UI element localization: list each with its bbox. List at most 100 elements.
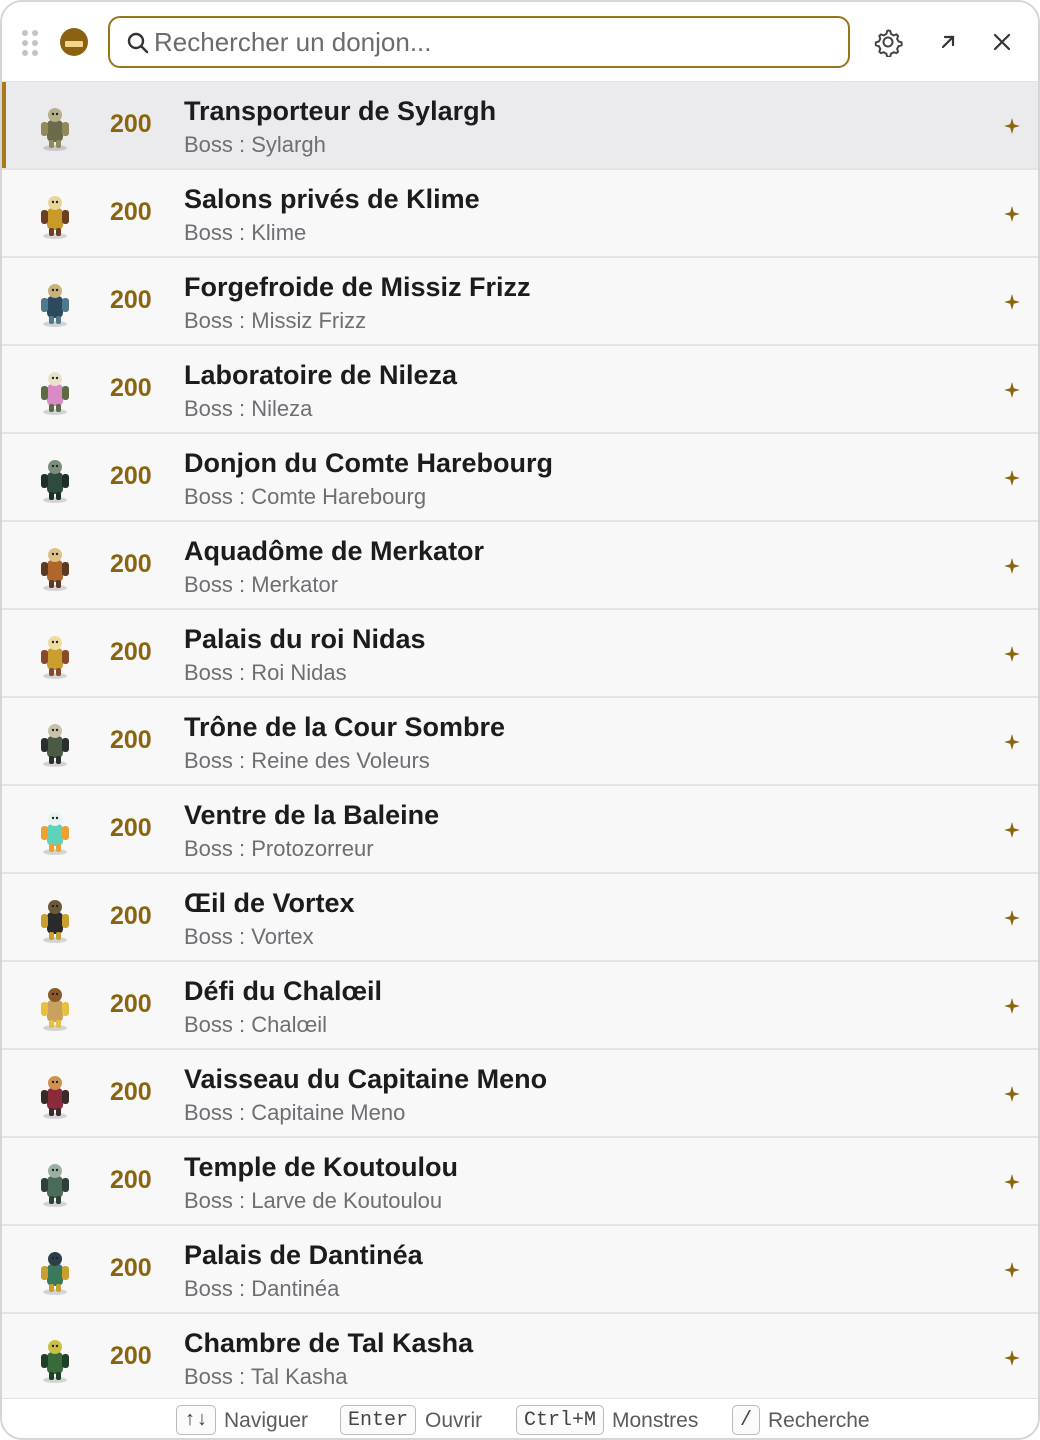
dungeon-name: Palais du roi Nidas <box>184 624 426 654</box>
dungeon-name: Forgefroide de Missiz Frizz <box>184 272 531 302</box>
dungeon-boss: Boss : Reine des Voleurs <box>184 748 430 773</box>
dungeon-boss: Boss : Tal Kasha <box>184 1364 348 1389</box>
dungeon-level: 200 <box>110 1166 152 1194</box>
shortcut-label-monsters: Monstres <box>612 1409 699 1432</box>
sparkle-icon[interactable] <box>1002 908 1022 928</box>
search-icon <box>127 32 149 54</box>
dungeon-row[interactable]: 200 Transporteur de Sylargh Boss : Sylargh <box>2 82 1038 170</box>
boss-portrait-icon <box>41 724 69 767</box>
boss-portrait-icon <box>41 460 69 503</box>
shortcut-key-navigate: ↑↓ <box>176 1405 216 1435</box>
sparkle-icon[interactable] <box>1002 204 1022 224</box>
search-box[interactable] <box>108 16 850 68</box>
boss-portrait-icon <box>41 988 69 1031</box>
dungeon-boss: Boss : Sylargh <box>184 132 326 157</box>
dungeon-name: Laboratoire de Nileza <box>184 360 458 390</box>
dungeon-row[interactable]: 200 Vaisseau du Capitaine Meno Boss : Capi… <box>2 1050 1038 1138</box>
dungeon-level: 200 <box>110 550 152 578</box>
boss-portrait-icon <box>41 108 69 151</box>
dungeon-level: 200 <box>110 1342 152 1370</box>
dungeon-row[interactable]: 200 Laboratoire de Nileza Boss : Nileza <box>2 346 1038 434</box>
dungeon-level: 200 <box>110 110 152 138</box>
dungeon-row[interactable]: 200 Donjon du Comte Harebourg Boss : Comte… <box>2 434 1038 522</box>
dungeon-level: 200 <box>110 990 152 1018</box>
dungeon-name: Aquadôme de Merkator <box>184 536 485 566</box>
sparkle-icon[interactable] <box>1002 380 1022 400</box>
dungeon-row[interactable]: 200 Œil de Vortex Boss : Vortex <box>2 874 1038 962</box>
search-input[interactable] <box>154 24 834 60</box>
boss-portrait-icon <box>41 196 69 239</box>
dungeon-name: Vaisseau du Capitaine Meno <box>184 1064 548 1094</box>
boss-portrait-icon <box>41 1076 69 1119</box>
dungeon-name: Trône de la Cour Sombre <box>184 712 506 742</box>
boss-portrait-icon <box>41 284 69 327</box>
dungeon-boss: Boss : Larve de Koutoulou <box>184 1188 443 1213</box>
dungeon-level: 200 <box>110 902 152 930</box>
dungeon-name: Œil de Vortex <box>184 888 355 918</box>
dungeon-row[interactable]: 200 Palais de Dantinéa Boss : Dantinéa <box>2 1226 1038 1314</box>
dungeon-boss: Boss : Comte Harebourg <box>184 484 427 509</box>
dungeon-name: Salons privés de Klime <box>184 184 480 214</box>
header-bar <box>2 2 1038 82</box>
dungeon-level: 200 <box>110 1254 152 1282</box>
dungeon-row[interactable]: 200 Ventre de la Baleine Boss : Protozorre… <box>2 786 1038 874</box>
dungeon-row[interactable]: 200 Temple de Koutoulou Boss : Larve de Ko… <box>2 1138 1038 1226</box>
boss-portrait-icon <box>41 1164 69 1207</box>
drag-handle-icon[interactable] <box>22 30 40 56</box>
sparkle-icon[interactable] <box>1002 732 1022 752</box>
shortcut-key-monsters: Ctrl+M <box>516 1405 604 1435</box>
dungeon-boss: Boss : Roi Nidas <box>184 660 347 685</box>
arrow-up-right-icon <box>941 35 955 49</box>
dungeon-boss: Boss : Capitaine Meno <box>184 1100 406 1125</box>
dungeon-boss: Boss : Klime <box>184 220 307 245</box>
sparkle-icon[interactable] <box>1002 556 1022 576</box>
dungeon-row[interactable]: 200 Trône de la Cour Sombre Boss : Reine d… <box>2 698 1038 786</box>
dungeon-boss: Boss : Missiz Frizz <box>184 308 367 333</box>
sparkle-icon[interactable] <box>1002 996 1022 1016</box>
dungeon-row[interactable]: 200 Défi du Chalœil Boss : Chalœil <box>2 962 1038 1050</box>
shortcut-key-search: / <box>732 1405 760 1435</box>
dungeon-level: 200 <box>110 726 152 754</box>
dungeon-level: 200 <box>110 814 152 842</box>
dungeon-row[interactable]: 200 Salons privés de Klime Boss : Klime <box>2 170 1038 258</box>
dungeon-level: 200 <box>110 462 152 490</box>
shortcut-label-navigate: Naviguer <box>224 1409 309 1432</box>
dungeon-name: Palais de Dantinéa <box>184 1240 423 1270</box>
dungeon-level: 200 <box>110 1078 152 1106</box>
shortcut-key-open: Enter <box>340 1405 416 1435</box>
boss-portrait-icon <box>41 900 69 943</box>
shortcut-label-open: Ouvrir <box>425 1409 483 1432</box>
sparkle-icon[interactable] <box>1002 116 1022 136</box>
dungeon-boss: Boss : Nileza <box>184 396 313 421</box>
dungeon-name: Transporteur de Sylargh <box>184 96 497 126</box>
app-logo-icon <box>60 28 88 56</box>
sparkle-icon[interactable] <box>1002 644 1022 664</box>
gear-icon <box>874 29 903 57</box>
sparkle-icon[interactable] <box>1002 1172 1022 1192</box>
dungeon-name: Ventre de la Baleine <box>184 800 440 830</box>
dungeon-row[interactable]: 200 Aquadôme de Merkator Boss : Merkator <box>2 522 1038 610</box>
close-button[interactable] <box>984 24 1020 60</box>
dungeon-row[interactable]: 200 Forgefroide de Missiz Frizz Boss : Mis… <box>2 258 1038 346</box>
boss-portrait-icon <box>41 548 69 591</box>
dungeon-name: Défi du Chalœil <box>184 976 382 1006</box>
sparkle-icon[interactable] <box>1002 1260 1022 1280</box>
dungeon-name: Temple de Koutoulou <box>184 1152 458 1182</box>
sparkle-icon[interactable] <box>1002 820 1022 840</box>
dungeon-level: 200 <box>110 638 152 666</box>
dungeon-boss: Boss : Merkator <box>184 572 339 597</box>
dungeon-list: 200 Transporteur de Sylargh Boss : Sylargh… <box>2 82 1038 1398</box>
sparkle-icon[interactable] <box>1002 292 1022 312</box>
dungeon-row[interactable]: 200 Palais du roi Nidas Boss : Roi Nidas <box>2 610 1038 698</box>
settings-button[interactable] <box>870 24 906 60</box>
boss-portrait-icon <box>41 636 69 679</box>
sparkle-icon[interactable] <box>1002 468 1022 488</box>
dungeon-boss: Boss : Chalœil <box>184 1012 328 1037</box>
pop-out-button[interactable] <box>930 24 966 60</box>
dungeon-row[interactable]: 200 Chambre de Tal Kasha Boss : Tal Kasha <box>2 1314 1038 1398</box>
boss-portrait-icon <box>41 1340 69 1383</box>
sparkle-icon[interactable] <box>1002 1348 1022 1368</box>
sparkle-icon[interactable] <box>1002 1084 1022 1104</box>
dungeon-name: Chambre de Tal Kasha <box>184 1328 474 1358</box>
dungeon-boss: Boss : Protozorreur <box>184 836 374 861</box>
